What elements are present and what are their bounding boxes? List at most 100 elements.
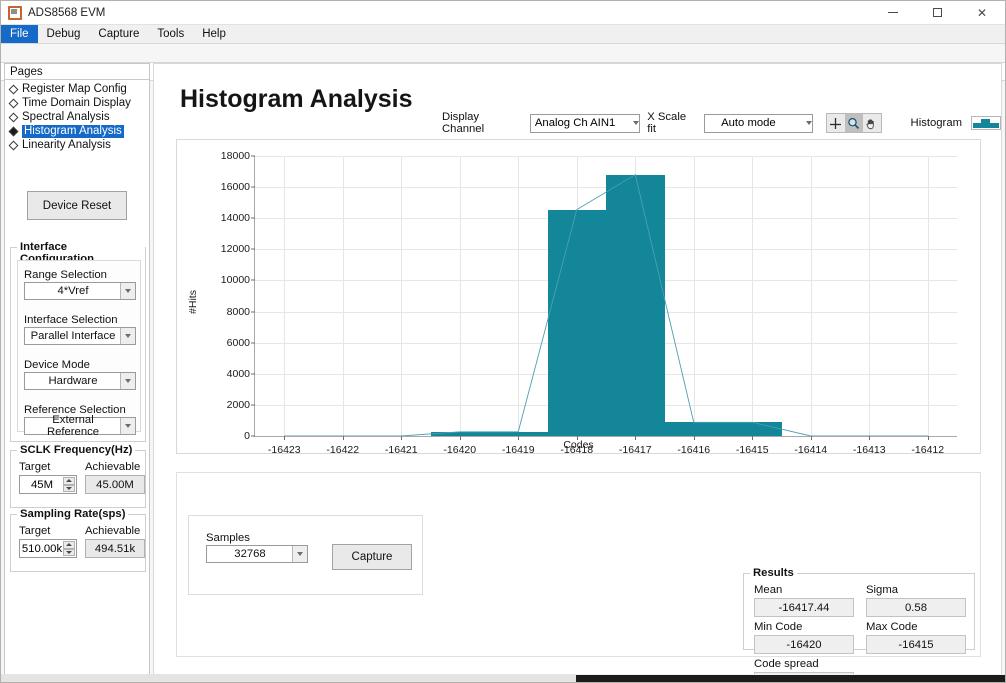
chart-y-tick-label: 4000	[227, 368, 250, 380]
diamond-icon	[9, 98, 19, 108]
histogram-chart[interactable]: #Hits 0200040006000800010000120001400016…	[176, 139, 981, 454]
interface-selection-combo[interactable]: Parallel Interface	[24, 327, 136, 345]
max-code-field: Max Code -16415	[866, 621, 966, 654]
chart-y-tick-label: 18000	[221, 150, 250, 162]
chevron-down-icon[interactable]	[292, 546, 307, 562]
max-code-value: -16415	[866, 635, 966, 654]
zoom-magnifier-icon[interactable]	[845, 114, 863, 132]
stepper-arrows[interactable]	[63, 477, 75, 492]
chevron-down-icon[interactable]	[120, 418, 135, 434]
sclk-target-col: Target 45M	[19, 461, 77, 494]
crosshair-cursor-icon[interactable]	[827, 114, 845, 132]
chart-y-tick-label: 14000	[221, 212, 250, 224]
stepper-arrows[interactable]	[63, 541, 75, 556]
window-title: ADS8568 EVM	[28, 7, 105, 19]
sampling-rate-achievable-col: Achievable 494.51k	[85, 525, 145, 558]
menu-item-file[interactable]: File	[1, 25, 38, 43]
reference-selection-field: Reference Selection External Reference	[24, 404, 136, 435]
diamond-icon	[9, 84, 19, 94]
sampling-rate-achievable-value: 494.51k	[85, 539, 145, 558]
maximize-button[interactable]	[915, 1, 959, 25]
menu-item-tools[interactable]: Tools	[148, 25, 193, 43]
stepper-up-icon[interactable]	[63, 477, 75, 485]
close-button[interactable]: ✕	[959, 1, 1005, 25]
minimize-icon	[888, 12, 898, 13]
sampling-rate-row: Target 510.00k Achievable 494.51k	[19, 525, 145, 558]
chart-gridline	[284, 156, 285, 436]
sampling-rate-group: Sampling Rate(sps) Target 510.00k Achiev…	[10, 514, 146, 572]
chevron-down-icon[interactable]	[120, 283, 135, 299]
chevron-down-icon[interactable]	[120, 373, 135, 389]
sidebar-item-histogram-analysis[interactable]: Histogram Analysis	[5, 124, 149, 138]
sidebar-item-time-domain-display[interactable]: Time Domain Display	[5, 96, 149, 110]
chart-gridline	[811, 156, 812, 436]
minimize-button[interactable]	[871, 1, 915, 25]
display-channel-label: Display Channel	[442, 111, 523, 135]
sidebar-item-register-map-config[interactable]: Register Map Config	[5, 82, 149, 96]
device-mode-label: Device Mode	[24, 359, 136, 371]
sclk-achievable-col: Achievable 45.00M	[85, 461, 145, 494]
chart-y-tick	[251, 156, 255, 157]
sclk-row: Target 45M Achievable 45.00M	[19, 461, 145, 494]
pages-list: Register Map Config Time Domain Display …	[5, 80, 149, 152]
chart-plot-area[interactable]: 0200040006000800010000120001400016000180…	[254, 156, 957, 437]
diamond-icon	[9, 112, 19, 122]
device-mode-value: Hardware	[25, 375, 135, 387]
legend-color-swatch[interactable]	[971, 116, 1001, 130]
x-scale-fit-combo[interactable]: Auto mode	[704, 114, 812, 133]
min-code-value: -16420	[754, 635, 854, 654]
close-icon: ✕	[977, 6, 987, 20]
scrollbar-thumb[interactable]	[1, 674, 576, 682]
controls-results-panel: Samples 32768 Capture Results Mean -1641…	[176, 472, 981, 657]
chart-gridline	[869, 156, 870, 436]
sampling-rate-target-stepper[interactable]: 510.00k	[19, 539, 77, 558]
page-title: Histogram Analysis	[180, 85, 412, 114]
chevron-down-icon[interactable]	[633, 121, 639, 125]
chart-y-tick	[251, 311, 255, 312]
diamond-filled-icon	[9, 126, 19, 136]
window-controls: ✕	[871, 1, 1005, 25]
display-channel-combo[interactable]: Analog Ch AIN1	[530, 114, 640, 133]
sclk-target-label: Target	[19, 461, 77, 473]
chevron-down-icon[interactable]	[120, 328, 135, 344]
taskbar-strip	[576, 675, 1006, 682]
sidebar-item-label: Time Domain Display	[22, 97, 131, 110]
sclk-target-stepper[interactable]: 45M	[19, 475, 77, 494]
mean-value: -16417.44	[754, 598, 854, 617]
menu-item-debug[interactable]: Debug	[38, 25, 90, 43]
sclk-achievable-label: Achievable	[85, 461, 145, 473]
sidebar-item-spectral-analysis[interactable]: Spectral Analysis	[5, 110, 149, 124]
capture-button[interactable]: Capture	[332, 544, 412, 570]
group-label: Sampling Rate(sps)	[17, 508, 128, 520]
sigma-value: 0.58	[866, 598, 966, 617]
chart-y-tick-label: 8000	[227, 306, 250, 318]
chart-toolbar: Display Channel Analog Ch AIN1 X Scale f…	[442, 112, 1001, 134]
menu-bar: File Debug Capture Tools Help	[1, 25, 1005, 44]
chart-y-tick-label: 6000	[227, 337, 250, 349]
stepper-down-icon[interactable]	[63, 549, 75, 557]
sidebar-item-linearity-analysis[interactable]: Linearity Analysis	[5, 138, 149, 152]
menu-item-capture[interactable]: Capture	[89, 25, 148, 43]
min-code-label: Min Code	[754, 621, 854, 633]
title-bar: ADS8568 EVM ✕	[1, 1, 1005, 25]
range-selection-combo[interactable]: 4*Vref	[24, 282, 136, 300]
interface-selection-label: Interface Selection	[24, 314, 136, 326]
sidebar: Pages Register Map Config Time Domain Di…	[4, 63, 150, 675]
stepper-up-icon[interactable]	[63, 541, 75, 549]
chart-y-tick	[251, 280, 255, 281]
chart-legend: Histogram	[911, 116, 1001, 130]
pan-hand-icon[interactable]	[863, 114, 881, 132]
chart-y-tick-label: 2000	[227, 399, 250, 411]
device-reset-button[interactable]: Device Reset	[27, 191, 127, 220]
chart-y-tick	[251, 404, 255, 405]
menu-item-help[interactable]: Help	[193, 25, 235, 43]
device-mode-combo[interactable]: Hardware	[24, 372, 136, 390]
samples-combo[interactable]: 32768	[206, 545, 308, 563]
sampling-rate-target-label: Target	[19, 525, 77, 537]
chevron-down-icon[interactable]	[806, 121, 812, 125]
results-group-label: Results	[750, 567, 797, 579]
stepper-down-icon[interactable]	[63, 485, 75, 493]
reference-selection-value: External Reference	[25, 414, 135, 438]
sclk-frequency-group: SCLK Frequency(Hz) Target 45M Achievable…	[10, 450, 146, 508]
reference-selection-combo[interactable]: External Reference	[24, 417, 136, 435]
